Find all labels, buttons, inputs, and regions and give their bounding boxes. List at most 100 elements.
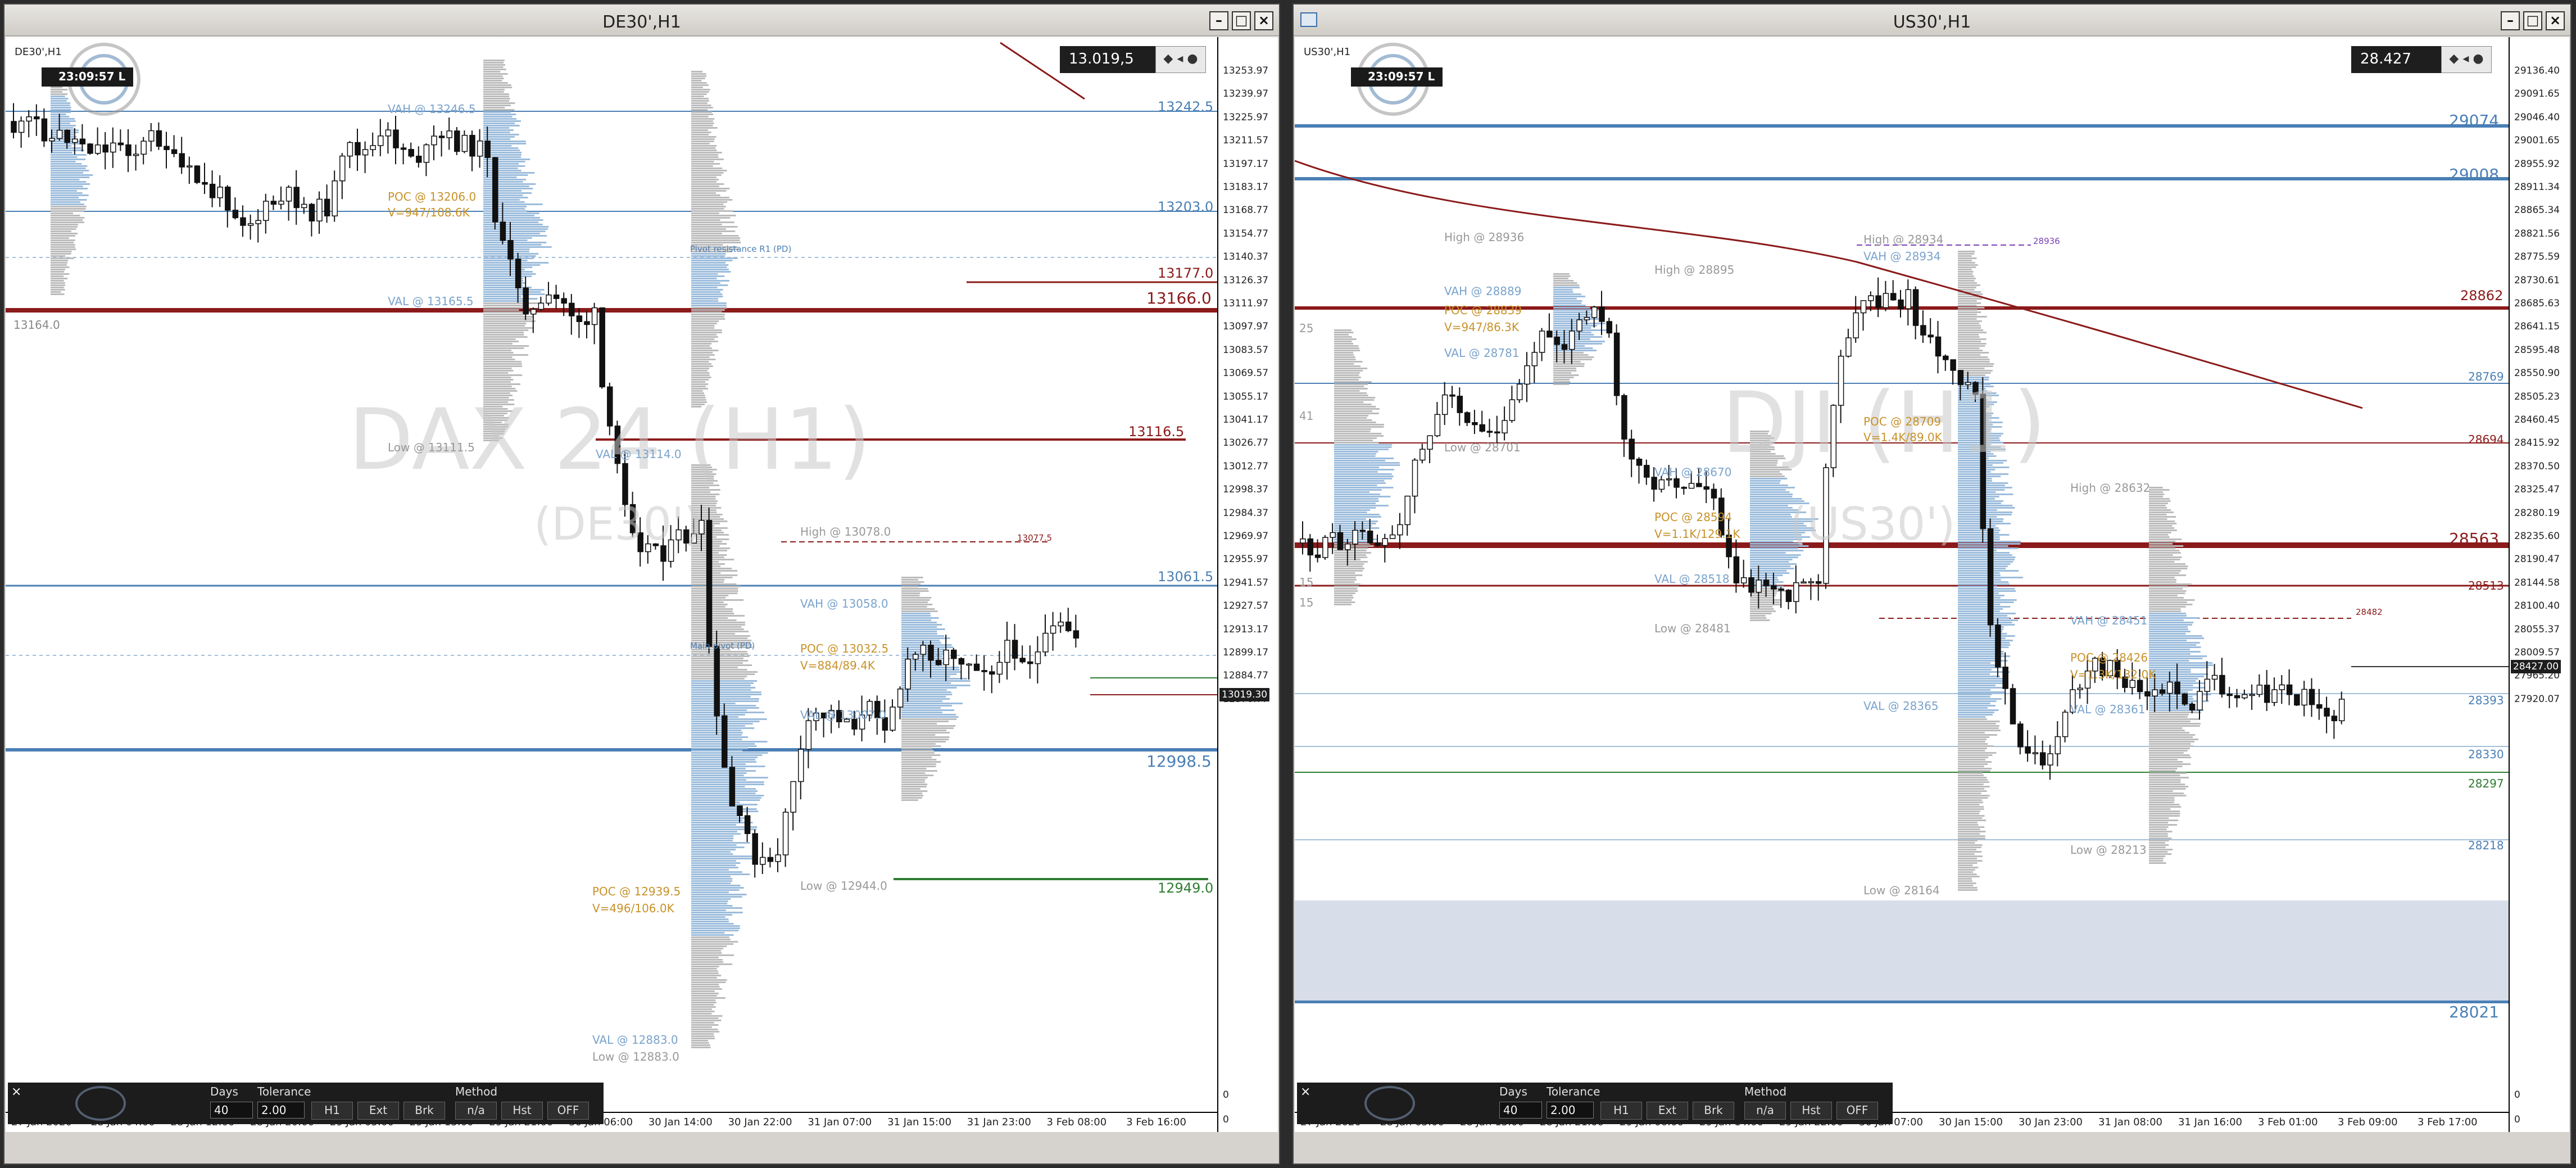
volume-profile-bar <box>691 352 713 354</box>
panel-close-button[interactable]: × <box>11 1085 21 1099</box>
price-tick-label: 28415.92 <box>2514 437 2560 449</box>
maximize-button[interactable]: □ <box>2523 11 2542 30</box>
volume-profile-bar <box>1958 725 1999 727</box>
method-na-button[interactable]: n/a <box>1744 1102 1786 1120</box>
candle-body <box>1629 438 1635 460</box>
window-titlebar[interactable]: US30',H1 – □ × <box>1294 4 2570 36</box>
price-stepper[interactable]: ◆ ◂ ● <box>2441 46 2492 73</box>
volume-profile-bar <box>691 507 722 509</box>
volume-profile-bar <box>901 757 932 758</box>
brk-button[interactable]: Brk <box>403 1102 445 1120</box>
volume-profile-bar <box>1958 572 2000 574</box>
price-axis[interactable]: 13253.97 13239.97 13225.97 13211.57 13197.17… <box>1217 37 1278 1132</box>
ext-button[interactable]: Ext <box>357 1102 399 1120</box>
candle-body <box>1965 382 1971 386</box>
days-input[interactable]: 40 <box>1499 1102 1542 1119</box>
volume-profile-bar <box>691 363 712 365</box>
price-chart[interactable]: DAX 24 (H1) (DE30') DE30',H1 23:09:57 L … <box>6 37 1278 1132</box>
volume-profile-bar <box>1958 464 1993 466</box>
candle-body <box>2039 752 2046 766</box>
volume-profile-bar <box>901 617 939 619</box>
volume-profile-bar <box>483 219 543 221</box>
level-label: 13177.0 <box>1158 265 1214 281</box>
volume-profile-bar <box>691 822 753 823</box>
volume-profile-bar <box>1553 365 1585 367</box>
hst-button[interactable]: Hst <box>1790 1102 1832 1120</box>
volume-profile-bar <box>51 230 71 232</box>
minimize-button[interactable]: – <box>1209 11 1228 30</box>
volume-profile-bar <box>51 114 66 115</box>
candle-body <box>2286 684 2293 695</box>
volume-profile-bar <box>1958 885 1974 886</box>
volume-profile-bar <box>483 356 513 358</box>
chart-window-de30[interactable]: DE30',H1 – □ × DAX 24 (H1) (DE30') DE30'… <box>3 3 1280 1165</box>
volume-profile-bar <box>691 930 739 931</box>
time-tick-label: 3 Feb 16:00 <box>1126 1116 1186 1128</box>
candle-body <box>339 155 346 182</box>
volume-profile-bar <box>51 284 65 286</box>
maximize-button[interactable]: □ <box>1232 11 1251 30</box>
volume-profile-bar <box>901 790 928 792</box>
volume-profile-bar <box>691 903 728 904</box>
volume-profile-bar <box>901 712 942 713</box>
chart-window-us30[interactable]: US30',H1 – □ × DJI (H1) (US30') US30',H1… <box>1292 3 2572 1165</box>
volume-profile-bar <box>1750 462 1777 464</box>
volume-profile-bar <box>483 251 529 252</box>
candle-body <box>438 135 445 138</box>
brk-button[interactable]: Brk <box>1693 1102 1734 1120</box>
h1-button[interactable]: H1 <box>311 1102 353 1120</box>
volume-profile-bar <box>1958 831 1986 832</box>
volume-profile-bar <box>1958 502 2001 504</box>
minimize-button[interactable]: – <box>2501 11 2520 30</box>
volume-profile-bar <box>483 224 543 225</box>
price-tick-label: 13111.97 <box>1223 298 1269 309</box>
price-tick-label: 13197.17 <box>1223 158 1269 170</box>
h1-button[interactable]: H1 <box>1600 1102 1642 1120</box>
days-input[interactable]: 40 <box>210 1102 253 1119</box>
volume-profile-bar <box>691 941 738 943</box>
tolerance-input[interactable]: 2.00 <box>257 1102 305 1119</box>
price-chart[interactable]: DJI (H1) (US30') US30',H1 23:09:57 L 28.… <box>1295 37 2569 1132</box>
volume-profile-bar <box>51 136 77 138</box>
price-axis[interactable]: 29136.40 29091.65 29046.40 29001.65 28955.92… <box>2509 37 2569 1132</box>
volume-profile-bar <box>2149 676 2205 677</box>
volume-profile-bar <box>1750 482 1780 484</box>
close-button[interactable]: × <box>1254 11 1273 30</box>
volume-profile-bar <box>1958 266 1976 268</box>
panel-close-button[interactable]: × <box>1300 1085 1310 1099</box>
price-stepper[interactable]: ◆ ◂ ● <box>1155 46 1206 73</box>
candle-body <box>607 386 613 427</box>
volume-profile-bar <box>1958 574 2001 576</box>
candle-body <box>530 309 537 315</box>
poc-label: POC @ 13206.0 <box>388 190 477 203</box>
volume-profile-bar <box>691 696 751 698</box>
volume-profile-bar <box>1334 469 1394 470</box>
volume-profile-bar <box>51 165 88 167</box>
volume-profile-bar <box>1334 386 1364 387</box>
ext-button[interactable]: Ext <box>1647 1102 1688 1120</box>
volume-profile-bar <box>1750 509 1798 511</box>
volume-profile-bar <box>51 190 78 192</box>
volume-profile-bar <box>691 386 706 387</box>
off-button[interactable]: OFF <box>547 1102 589 1120</box>
method-na-button[interactable]: n/a <box>455 1102 497 1120</box>
volume-profile-bar <box>1958 716 1986 718</box>
candle-body <box>767 857 774 862</box>
tolerance-input[interactable]: 2.00 <box>1546 1102 1594 1119</box>
window-titlebar[interactable]: DE30',H1 – □ × <box>4 4 1279 36</box>
hst-button[interactable]: Hst <box>501 1102 543 1120</box>
close-button[interactable]: × <box>2546 11 2565 30</box>
volume-profile-bar <box>483 338 516 340</box>
volume-profile-bar <box>691 718 767 720</box>
volume-profile-bar <box>2149 786 2189 787</box>
volume-profile-bar <box>483 91 504 93</box>
indicator-tick-label: 0 <box>2514 1114 2520 1125</box>
candle-body <box>1359 529 1366 532</box>
volume-profile-bar <box>1958 732 1985 734</box>
volume-profile-bar <box>691 96 704 97</box>
volume-profile-bar <box>1750 610 1776 612</box>
volume-profile-bar <box>483 69 506 70</box>
off-button[interactable]: OFF <box>1836 1102 1878 1120</box>
volume-profile-bar <box>691 275 725 277</box>
volume-profile-bar <box>1334 408 1380 410</box>
